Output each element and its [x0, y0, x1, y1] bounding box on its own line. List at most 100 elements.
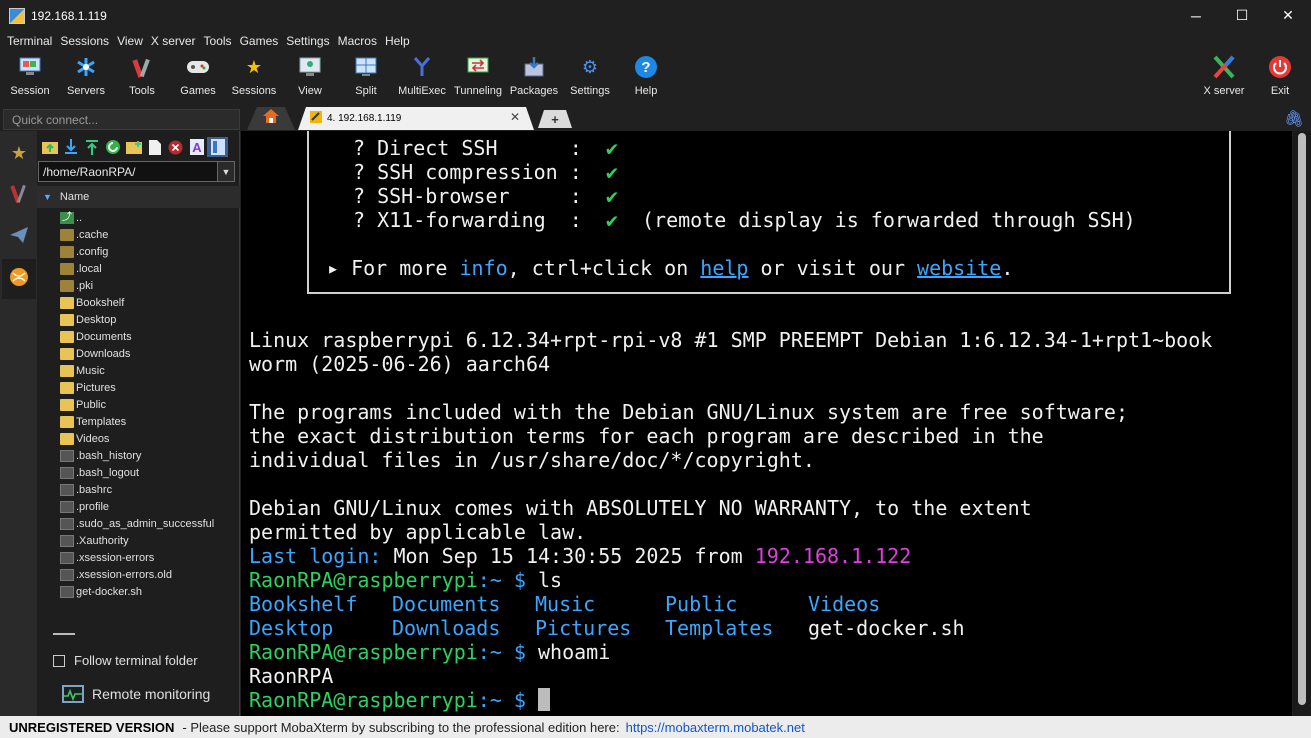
exit-button[interactable]: Exit — [1252, 51, 1308, 103]
multiexec-icon — [410, 55, 434, 79]
games-button[interactable]: Games — [170, 51, 226, 103]
paperclip-icon[interactable]: 🖇 — [1284, 109, 1304, 129]
session-tab[interactable]: 4. 192.168.1.119 ✕ — [298, 107, 534, 130]
sessions-button[interactable]: ★ Sessions — [226, 51, 282, 103]
file-list-item[interactable]: Bookshelf — [37, 294, 240, 311]
file-list-item[interactable]: .local — [37, 260, 240, 277]
file-list-item[interactable]: .pki — [37, 277, 240, 294]
x-server-button[interactable]: X server — [1196, 51, 1252, 103]
delete-icon[interactable] — [165, 137, 186, 157]
terminal-line: ? Direct SSH : ✔ — [353, 136, 618, 160]
terminal-scrollbar[interactable] — [1293, 131, 1311, 716]
mobaxterm-link[interactable]: https://mobaxterm.mobatek.net — [626, 720, 805, 735]
file-list-item[interactable]: .bash_history — [37, 447, 240, 464]
file-name: .bashrc — [76, 483, 113, 496]
tools-tab-icon — [10, 183, 28, 208]
tools-button[interactable]: Tools — [114, 51, 170, 103]
file-list-item[interactable]: .sudo_as_admin_successful — [37, 515, 240, 532]
session-button[interactable]: Session — [2, 51, 58, 103]
panel-toggle-icon[interactable] — [207, 137, 228, 157]
settings-button[interactable]: ⚙ Settings — [562, 51, 618, 103]
home-tab[interactable] — [247, 107, 295, 130]
file-list-item[interactable]: .bash_logout — [37, 464, 240, 481]
sessions-star-tab[interactable]: ★ — [2, 133, 36, 173]
packages-button[interactable]: Packages — [506, 51, 562, 103]
check-icon: ✔ — [605, 208, 618, 232]
menu-tools[interactable]: Tools — [200, 34, 236, 48]
path-dropdown-icon[interactable]: ▼ — [217, 162, 234, 181]
close-tab-button[interactable]: ✕ — [510, 110, 520, 124]
download-icon[interactable] — [60, 137, 81, 157]
info-link[interactable]: info — [459, 256, 507, 280]
menu-macros[interactable]: Macros — [334, 34, 381, 48]
file-list-item[interactable]: .profile — [37, 498, 240, 515]
path-input[interactable]: /home/RaonRPA/ ▼ — [38, 161, 235, 182]
file-list-item[interactable]: .xsession-errors.old — [37, 566, 240, 583]
menu-help[interactable]: Help — [381, 34, 414, 48]
quick-connect-input[interactable]: Quick connect... — [3, 109, 240, 130]
menu-x-server[interactable]: X server — [147, 34, 200, 48]
file-name: .pki — [76, 279, 94, 292]
file-list-item[interactable]: Pictures — [37, 379, 240, 396]
file-list-item[interactable]: Downloads — [37, 345, 240, 362]
menu-sessions[interactable]: Sessions — [56, 34, 113, 48]
menu-settings[interactable]: Settings — [282, 34, 333, 48]
tunneling-button[interactable]: Tunneling — [450, 51, 506, 103]
file-list-item[interactable]: .xsession-errors — [37, 549, 240, 566]
file-icon — [60, 551, 74, 564]
new-folder-icon[interactable] — [123, 137, 144, 157]
website-link[interactable]: website — [917, 256, 1001, 280]
menu-games[interactable]: Games — [236, 34, 283, 48]
prompt-line: RaonRPA@raspberrypi:~ $ — [249, 688, 550, 712]
session-icon — [18, 55, 42, 79]
file-name: .xsession-errors — [76, 551, 155, 564]
packages-icon — [522, 55, 546, 79]
window-title: 192.168.1.119 — [31, 8, 107, 23]
scrollbar-thumb[interactable] — [1298, 133, 1306, 705]
file-list-item[interactable]: .Xauthority — [37, 532, 240, 549]
file-list-item[interactable]: .config — [37, 243, 240, 260]
terminal-line: Linux raspberrypi 6.12.34+rpt-rpi-v8 #1 … — [249, 328, 1213, 352]
new-file-icon[interactable] — [144, 137, 165, 157]
menu-view[interactable]: View — [113, 34, 147, 48]
help-link[interactable]: help — [700, 256, 748, 280]
file-list-item[interactable]: ⤴.. — [37, 209, 240, 226]
file-name: .cache — [76, 228, 109, 241]
new-tab-button[interactable]: + — [538, 110, 572, 128]
maximize-button[interactable]: ☐ — [1219, 0, 1265, 31]
tools-tab[interactable] — [2, 175, 36, 215]
close-window-button[interactable]: ✕ — [1265, 0, 1311, 31]
minimize-button[interactable]: ─ — [1173, 0, 1219, 31]
servers-button[interactable]: Servers — [58, 51, 114, 103]
split-button[interactable]: Split — [338, 51, 394, 103]
file-list-item[interactable]: .bashrc — [37, 481, 240, 498]
follow-terminal-folder-checkbox[interactable]: Follow terminal folder — [53, 653, 198, 668]
checkbox[interactable] — [53, 654, 65, 667]
file-list-item[interactable]: .cache — [37, 226, 240, 243]
view-button[interactable]: View — [282, 51, 338, 103]
file-list-item[interactable]: Templates — [37, 413, 240, 430]
svg-text:A: A — [192, 140, 202, 155]
file-list-item[interactable]: get-docker.sh — [37, 583, 240, 600]
file-list-item[interactable]: Videos — [37, 430, 240, 447]
macros-tab[interactable] — [2, 259, 36, 299]
file-list-item[interactable]: Music — [37, 362, 240, 379]
parent-folder-icon[interactable] — [39, 137, 60, 157]
sftp-tab[interactable] — [2, 217, 36, 257]
exit-label: Exit — [1270, 85, 1290, 97]
help-button[interactable]: ? Help — [618, 51, 674, 103]
folder-icon — [60, 330, 74, 343]
file-list-item[interactable]: Documents — [37, 328, 240, 345]
folder-icon — [60, 398, 74, 411]
mobaxterm-window: 192.168.1.119 ─ ☐ ✕ Terminal Sessions Vi… — [0, 0, 1311, 738]
remote-monitoring-button[interactable]: Remote monitoring — [62, 685, 210, 703]
menu-terminal[interactable]: Terminal — [3, 34, 56, 48]
rename-icon[interactable]: A — [186, 137, 207, 157]
file-list-header[interactable]: ▼ Name — [37, 186, 240, 208]
terminal-area[interactable]: ? Direct SSH : ✔ ? SSH compression : ✔ ?… — [241, 131, 1292, 716]
upload-icon[interactable] — [81, 137, 102, 157]
file-list-item[interactable]: Public — [37, 396, 240, 413]
refresh-icon[interactable] — [102, 137, 123, 157]
file-list-item[interactable]: Desktop — [37, 311, 240, 328]
multiexec-button[interactable]: MultiExec — [394, 51, 450, 103]
